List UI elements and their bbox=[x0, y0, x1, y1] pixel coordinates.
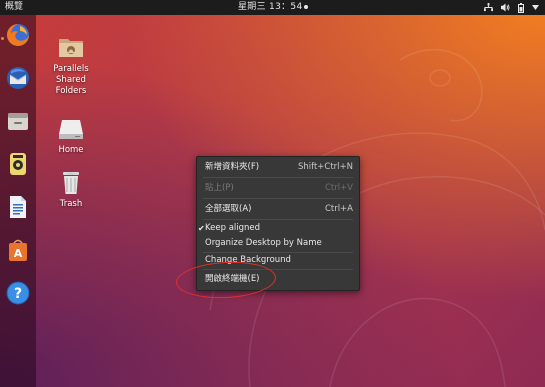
menu-item-label: 全部選取(A) bbox=[205, 204, 252, 214]
desktop-icon-label: Trash bbox=[59, 199, 83, 209]
libreoffice-writer-icon[interactable] bbox=[5, 194, 31, 220]
menu-item-label: Keep aligned bbox=[205, 223, 261, 233]
menu-item-label: 新增資料夾(F) bbox=[205, 162, 260, 172]
rhythmbox-icon[interactable] bbox=[5, 151, 31, 177]
menu-item-keep-aligned[interactable]: ✔ Keep aligned bbox=[197, 221, 359, 236]
menu-item-label: 貼上(P) bbox=[205, 183, 234, 193]
clock-text: 星期三 13：54 bbox=[238, 2, 303, 12]
activities-button[interactable]: 概覽 bbox=[5, 0, 23, 15]
menu-item-paste: 貼上(P) Ctrl+V bbox=[197, 181, 359, 196]
dock: A ? bbox=[0, 15, 36, 387]
desktop-icon-trash[interactable]: Trash bbox=[41, 168, 101, 210]
firefox-icon[interactable] bbox=[5, 22, 31, 48]
svg-text:?: ? bbox=[14, 286, 22, 302]
menu-item-shortcut: Shift+Ctrl+N bbox=[297, 162, 353, 172]
volume-icon[interactable] bbox=[501, 3, 510, 12]
desktop[interactable]: 概覽 星期三 13：54 A ? Parallels Shared Folder… bbox=[0, 0, 545, 387]
desktop-icon-home[interactable]: Home bbox=[41, 114, 101, 156]
chevron-down-icon[interactable] bbox=[532, 5, 539, 10]
running-indicator bbox=[1, 37, 4, 40]
checkmark-icon: ✔ bbox=[198, 224, 205, 233]
network-icon[interactable] bbox=[484, 3, 493, 12]
software-center-icon[interactable]: A bbox=[5, 237, 31, 263]
desktop-icon-label: Home bbox=[58, 145, 84, 155]
menu-separator bbox=[203, 198, 353, 199]
menu-item-organize-by-name[interactable]: Organize Desktop by Name bbox=[197, 236, 359, 251]
system-tray[interactable] bbox=[484, 0, 539, 15]
menu-item-shortcut: Ctrl+A bbox=[324, 204, 353, 214]
menu-separator bbox=[203, 177, 353, 178]
thunderbird-icon[interactable] bbox=[5, 65, 31, 91]
menu-separator bbox=[203, 219, 353, 220]
clock[interactable]: 星期三 13：54 bbox=[238, 0, 309, 15]
menu-item-new-folder[interactable]: 新增資料夾(F) Shift+Ctrl+N bbox=[197, 160, 359, 175]
trash-icon bbox=[63, 172, 79, 194]
top-bar: 概覽 星期三 13：54 bbox=[0, 0, 545, 15]
desktop-icon-parallels-shared-folders[interactable]: Parallels Shared Folders bbox=[41, 33, 101, 97]
menu-item-shortcut: Ctrl+V bbox=[324, 183, 353, 193]
drive-icon bbox=[59, 120, 83, 139]
files-icon[interactable] bbox=[5, 108, 31, 134]
menu-item-label: Organize Desktop by Name bbox=[205, 238, 322, 248]
help-icon[interactable]: ? bbox=[5, 280, 31, 306]
battery-icon[interactable] bbox=[518, 2, 524, 13]
menu-item-select-all[interactable]: 全部選取(A) Ctrl+A bbox=[197, 202, 359, 217]
svg-text:A: A bbox=[14, 247, 23, 260]
desktop-icon-label: Parallels Shared Folders bbox=[53, 64, 89, 96]
notification-dot-icon bbox=[304, 4, 309, 9]
folder-share-icon bbox=[59, 39, 83, 57]
